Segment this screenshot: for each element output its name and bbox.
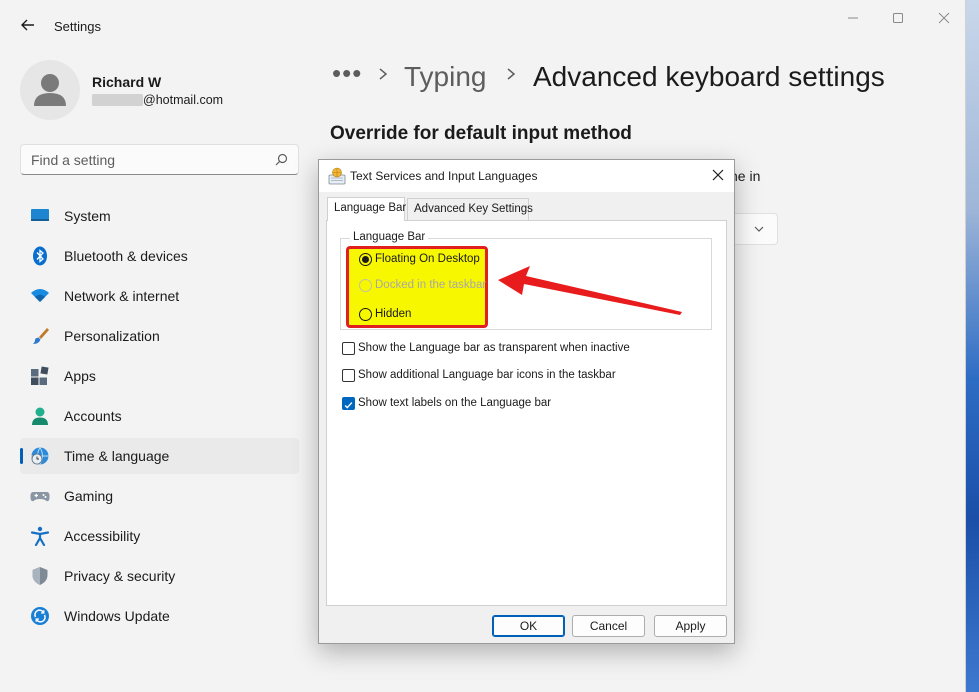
selected-indicator bbox=[20, 448, 23, 464]
update-icon bbox=[31, 607, 49, 625]
checkmark-icon bbox=[344, 402, 353, 409]
sidebar-item-label: Network & internet bbox=[64, 288, 180, 304]
email-redaction bbox=[92, 94, 143, 106]
shield-icon bbox=[32, 567, 48, 585]
radio-label: Docked in the taskbar bbox=[375, 279, 487, 291]
search-input[interactable] bbox=[31, 145, 261, 174]
sidebar-item-label: Privacy & security bbox=[64, 568, 176, 584]
checkbox-checked[interactable] bbox=[342, 397, 355, 410]
sidebar-item-label: Gaming bbox=[64, 488, 114, 504]
checkbox[interactable] bbox=[342, 369, 355, 382]
sidebar-item-label: Time & language bbox=[64, 448, 170, 464]
red-arrow-annotation-icon bbox=[498, 266, 682, 315]
checkbox[interactable] bbox=[342, 342, 355, 355]
sidebar-item-windows-update[interactable]: Windows Update bbox=[20, 598, 299, 634]
text-services-dialog: Text Services and Input Languages Langua… bbox=[318, 159, 735, 644]
maximize-button[interactable] bbox=[883, 8, 913, 28]
checkbox-show-text-labels[interactable]: Show text labels on the Language bar bbox=[342, 396, 702, 412]
breadcrumb-more-button[interactable]: ••• bbox=[332, 58, 362, 89]
sidebar-item-privacy[interactable]: Privacy & security bbox=[20, 558, 299, 594]
sidebar-item-apps[interactable]: Apps bbox=[20, 358, 299, 394]
dialog-title: Text Services and Input Languages bbox=[350, 169, 538, 183]
sidebar-item-label: Personalization bbox=[64, 328, 160, 344]
checkbox-additional-icons[interactable]: Show additional Language bar icons in th… bbox=[342, 368, 702, 384]
radio-button-disabled bbox=[359, 279, 372, 292]
brush-icon bbox=[33, 328, 49, 344]
chevron-down-icon bbox=[754, 226, 764, 232]
cancel-button[interactable]: Cancel bbox=[572, 615, 645, 637]
person-silhouette-icon bbox=[34, 74, 66, 106]
sidebar-item-label: Windows Update bbox=[64, 608, 170, 624]
globe-clock-icon bbox=[31, 447, 49, 465]
user-name: Richard W bbox=[92, 74, 162, 90]
minimize-button[interactable] bbox=[838, 8, 868, 28]
sidebar-item-accessibility[interactable]: Accessibility bbox=[20, 518, 299, 554]
dialog-titlebar[interactable]: Text Services and Input Languages bbox=[319, 160, 734, 192]
sidebar-item-network[interactable]: Network & internet bbox=[20, 278, 299, 314]
person-icon bbox=[32, 407, 48, 425]
desktop-background bbox=[966, 0, 979, 692]
sidebar-item-label: Accounts bbox=[64, 408, 122, 424]
section-heading: Override for default input method bbox=[330, 123, 632, 144]
radio-label: Hidden bbox=[375, 308, 412, 320]
chevron-right-icon bbox=[507, 68, 516, 80]
checkbox-label: Show additional Language bar icons in th… bbox=[358, 369, 616, 381]
sidebar-item-label: System bbox=[64, 208, 111, 224]
apply-button[interactable]: Apply bbox=[654, 615, 727, 637]
sidebar-item-system[interactable]: System bbox=[20, 198, 299, 234]
sidebar-item-gaming[interactable]: Gaming bbox=[20, 478, 299, 514]
close-button[interactable] bbox=[929, 8, 959, 28]
radio-label: Floating On Desktop bbox=[375, 253, 480, 265]
sidebar-item-bluetooth[interactable]: Bluetooth & devices bbox=[20, 238, 299, 274]
wifi-icon bbox=[31, 289, 49, 302]
monitor-icon bbox=[31, 209, 49, 221]
radio-button[interactable] bbox=[359, 308, 372, 321]
keyboard-language-icon bbox=[328, 167, 346, 185]
highlight-annotation: Floating On Desktop Docked in the taskba… bbox=[346, 246, 488, 328]
radio-button-checked[interactable] bbox=[359, 253, 372, 266]
checkbox-label: Show the Language bar as transparent whe… bbox=[358, 342, 630, 354]
user-email: @hotmail.com bbox=[143, 93, 224, 107]
groupbox-label: Language Bar bbox=[350, 231, 429, 243]
sidebar-item-label: Apps bbox=[64, 368, 96, 384]
app-title: Settings bbox=[54, 19, 101, 34]
page-title: Advanced keyboard settings bbox=[533, 61, 885, 92]
search-box[interactable] bbox=[20, 144, 299, 175]
sidebar-item-accounts[interactable]: Accounts bbox=[20, 398, 299, 434]
tab-language-bar[interactable]: Language Bar bbox=[327, 197, 406, 221]
sidebar-item-personalization[interactable]: Personalization bbox=[20, 318, 299, 354]
gamepad-icon bbox=[30, 492, 50, 502]
search-icon[interactable] bbox=[275, 153, 288, 166]
sidebar-item-label: Accessibility bbox=[64, 528, 141, 544]
sidebar-item-label: Bluetooth & devices bbox=[64, 248, 188, 264]
back-arrow-icon[interactable] bbox=[18, 15, 38, 35]
ok-button[interactable]: OK bbox=[492, 615, 565, 637]
breadcrumb-typing-link[interactable]: Typing bbox=[404, 61, 487, 93]
checkbox-transparent-when-inactive[interactable]: Show the Language bar as transparent whe… bbox=[342, 341, 702, 357]
dialog-close-button[interactable] bbox=[711, 168, 725, 182]
checkbox-label: Show text labels on the Language bar bbox=[358, 397, 552, 409]
tab-advanced-key-settings[interactable]: Advanced Key Settings bbox=[407, 198, 533, 220]
bluetooth-icon bbox=[33, 246, 47, 266]
chevron-right-icon bbox=[379, 68, 388, 80]
sidebar-item-time-language[interactable]: Time & language bbox=[20, 438, 299, 474]
accessibility-icon bbox=[30, 526, 50, 546]
apps-icon bbox=[31, 366, 49, 385]
avatar[interactable] bbox=[20, 60, 80, 120]
